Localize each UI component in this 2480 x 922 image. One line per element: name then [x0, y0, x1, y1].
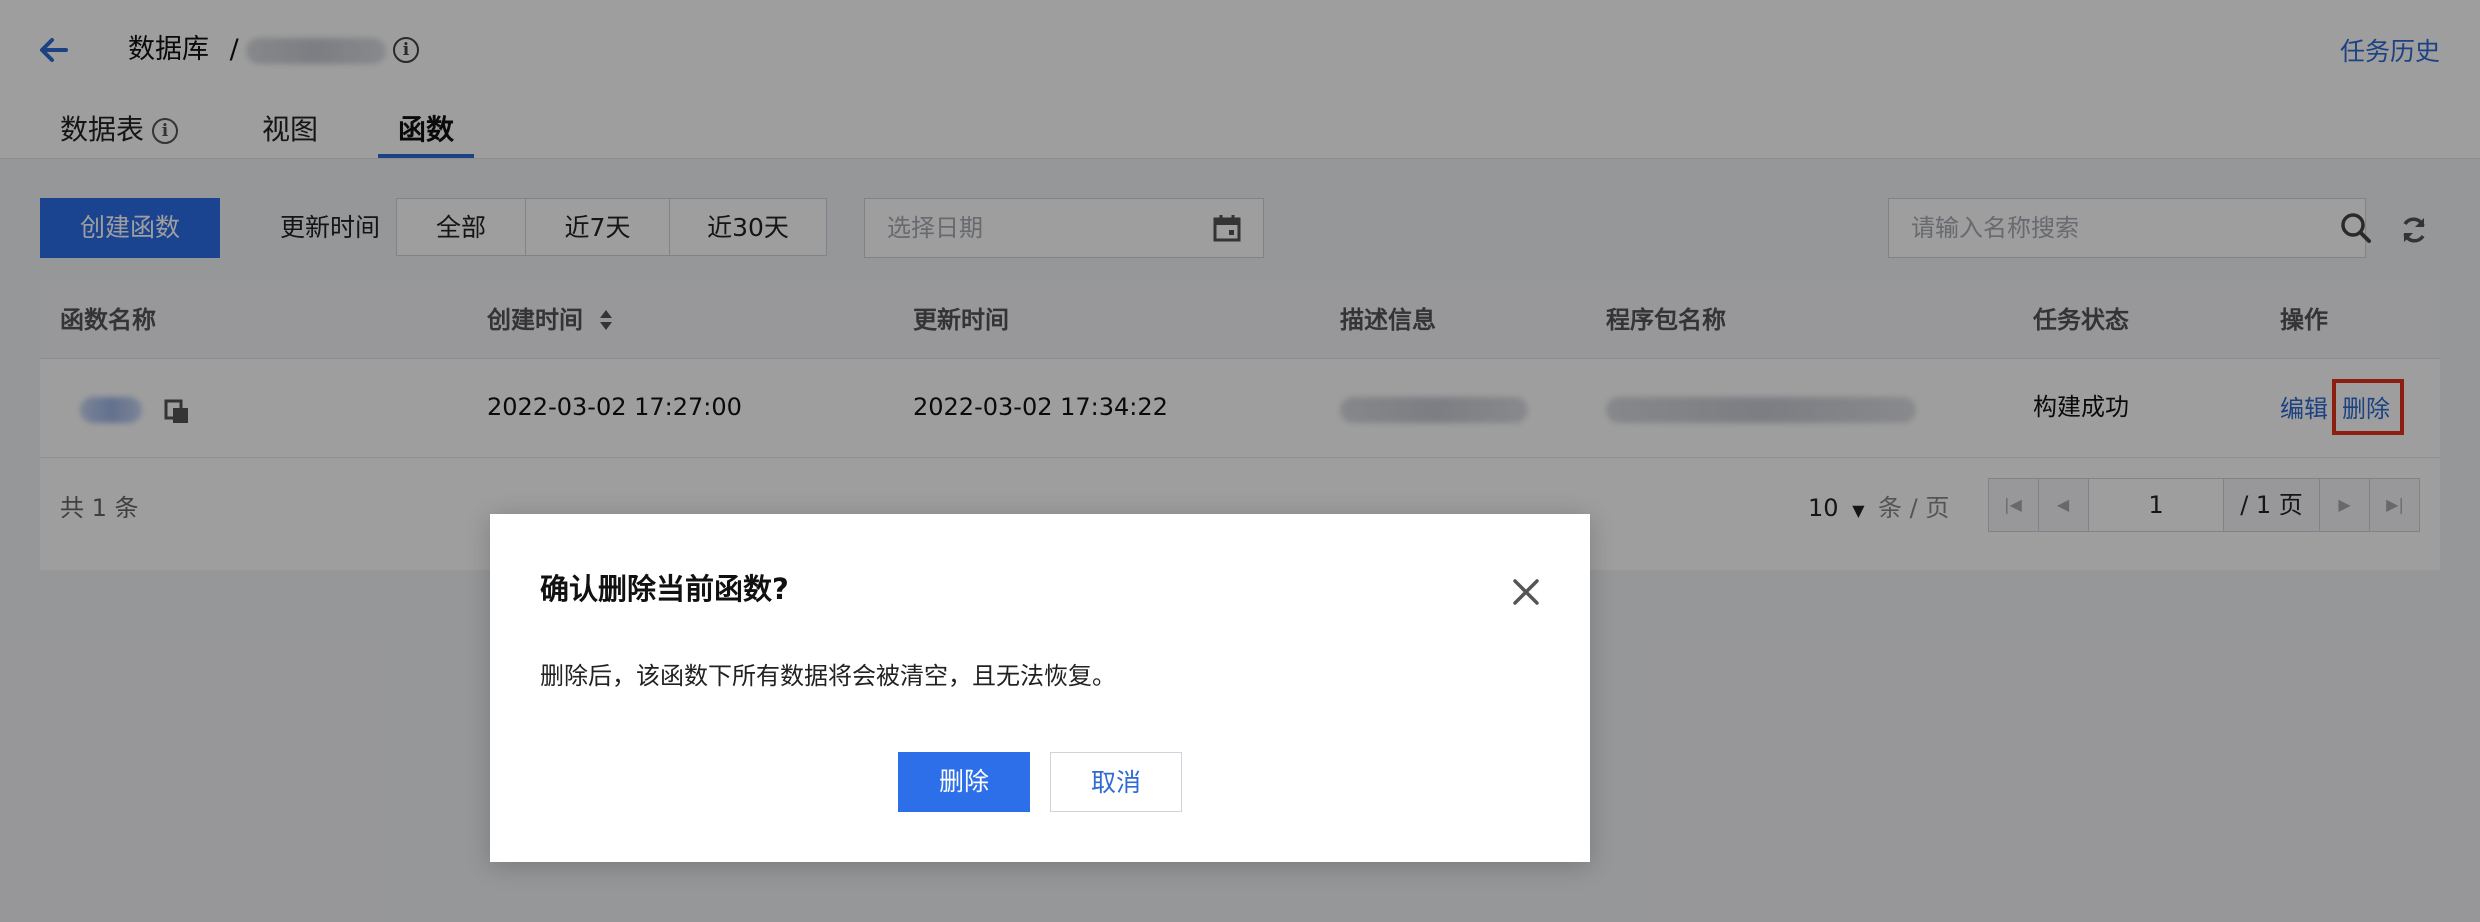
confirm-delete-button[interactable]: 删除 [898, 752, 1030, 812]
dialog-message: 删除后，该函数下所有数据将会被清空，且无法恢复。 [540, 662, 1116, 690]
close-icon[interactable] [1510, 576, 1542, 608]
dialog-title: 确认删除当前函数? [540, 572, 789, 606]
cancel-button[interactable]: 取消 [1050, 752, 1182, 812]
confirm-delete-dialog: 确认删除当前函数? 删除后，该函数下所有数据将会被清空，且无法恢复。 删除 取消 [490, 514, 1590, 862]
